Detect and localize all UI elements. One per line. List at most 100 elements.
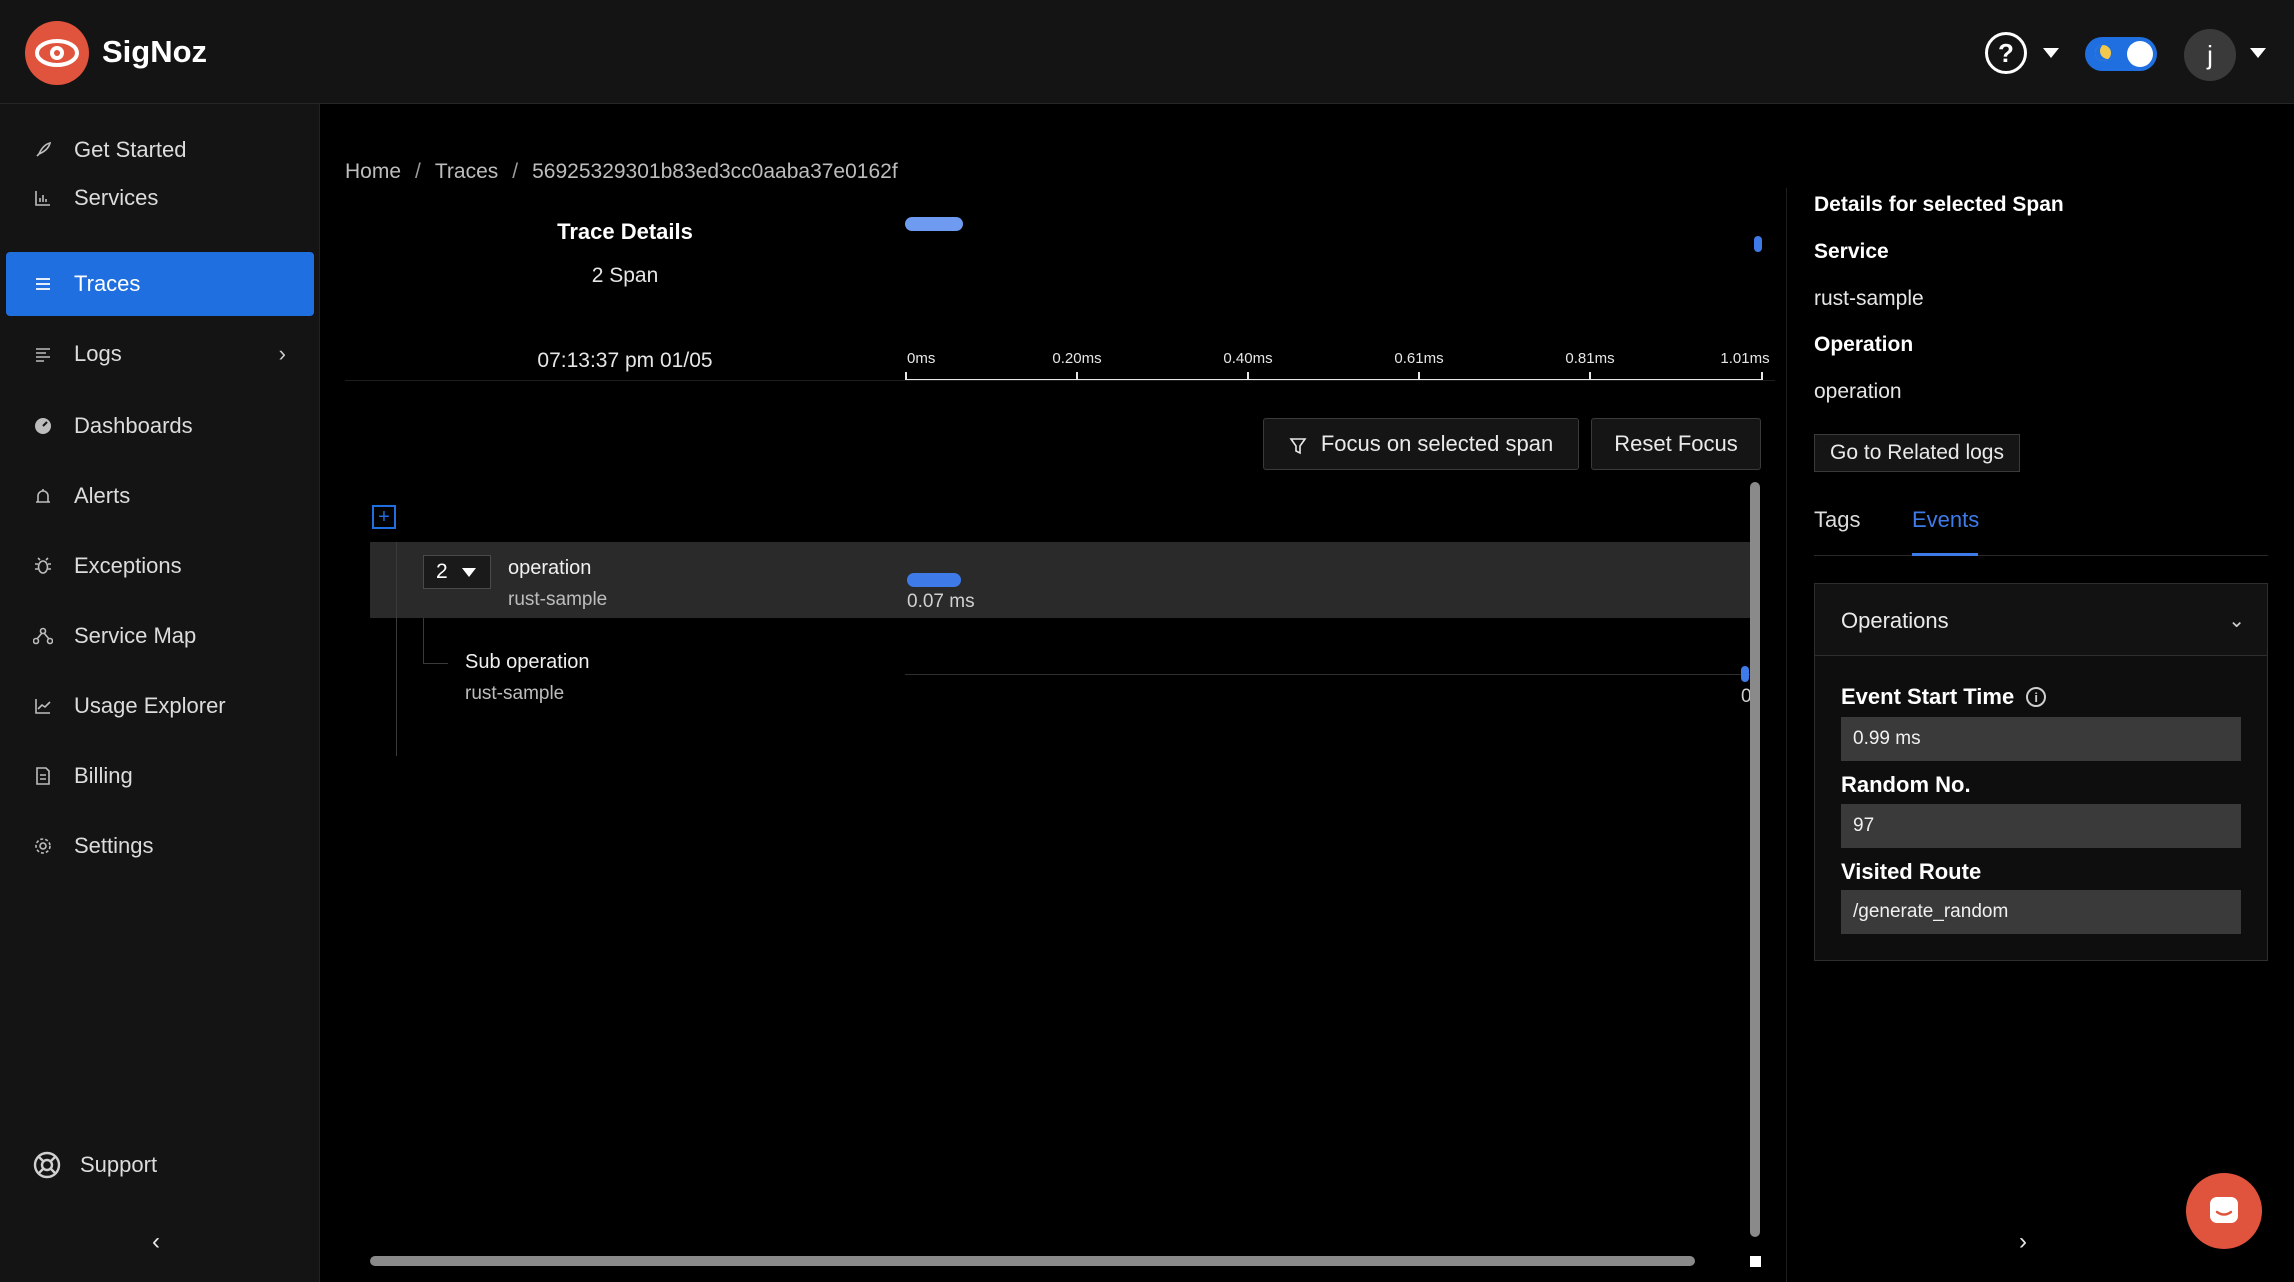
events-card: Operations ⌄ Event Start Time i 0.99 ms … <box>1814 583 2268 961</box>
sidebar-item-label: Usage Explorer <box>74 693 226 718</box>
moon-icon <box>2095 45 2111 61</box>
breadcrumb: Home / Traces / 56925329301b83ed3cc0aaba… <box>345 160 898 184</box>
user-avatar[interactable]: j <box>2184 29 2236 81</box>
sidebar-item-traces[interactable]: Traces <box>6 252 314 316</box>
caret-down-icon <box>461 567 476 577</box>
sidebar-item-label: Logs <box>74 341 122 366</box>
theme-toggle[interactable] <box>2085 37 2157 71</box>
deployment-icon <box>32 625 54 647</box>
info-icon[interactable]: i <box>2026 687 2047 707</box>
breadcrumb-traces[interactable]: Traces <box>435 160 498 184</box>
span-name[interactable]: operation <box>508 557 591 580</box>
panel-divider[interactable] <box>1786 188 1787 1282</box>
breadcrumb-trace-id: 56925329301b83ed3cc0aaba37e0162f <box>532 160 898 183</box>
span-track-line <box>905 674 1750 675</box>
sidebar-collapse-icon[interactable]: ‹ <box>152 1228 160 1256</box>
file-icon <box>32 765 54 787</box>
span-duration: 0.07 ms <box>907 591 975 612</box>
alarm-icon <box>32 485 54 507</box>
sidebar: Get Started Services Traces Logs › Dashb… <box>0 104 320 1282</box>
chat-support-icon[interactable] <box>2186 1173 2262 1249</box>
event-field-label: Event Start Time i <box>1841 684 2047 710</box>
user-menu-caret-icon[interactable] <box>2250 48 2266 58</box>
line-chart-icon <box>32 695 54 717</box>
events-card-header[interactable]: Operations ⌄ <box>1815 584 2267 656</box>
events-card-title: Operations <box>1841 608 1949 633</box>
horizontal-scrollbar[interactable] <box>370 1256 1695 1266</box>
sidebar-item-alerts[interactable]: Alerts <box>6 464 314 528</box>
service-label: Service <box>1814 240 1889 263</box>
tab-events[interactable]: Events <box>1912 507 1979 533</box>
service-value: rust-sample <box>1814 287 1924 310</box>
sidebar-item-logs[interactable]: Logs › <box>6 322 314 386</box>
sidebar-item-settings[interactable]: Settings <box>6 814 314 878</box>
span-name[interactable]: Sub operation <box>465 651 590 674</box>
span-service: rust-sample <box>508 589 608 610</box>
active-tab-indicator <box>1912 553 1978 556</box>
support-label: Support <box>80 1152 158 1177</box>
sidebar-item-label: Service Map <box>74 623 197 648</box>
random-no-label: Random No. <box>1841 772 1971 797</box>
breadcrumb-separator: / <box>415 160 421 183</box>
help-icon[interactable]: ? <box>1985 32 2027 74</box>
tick-label: 0.40ms <box>1223 350 1273 367</box>
tab-tags[interactable]: Tags <box>1814 507 1860 533</box>
sidebar-item-label: Services <box>74 185 159 210</box>
sidebar-item-label: Settings <box>74 833 154 858</box>
help-dropdown-caret-icon[interactable] <box>2043 48 2059 58</box>
vertical-scrollbar[interactable] <box>1750 482 1760 1237</box>
span-duration-bar[interactable] <box>1741 666 1749 682</box>
sidebar-item-label: Billing <box>74 763 133 788</box>
span-children-toggle[interactable]: 2 <box>423 555 491 589</box>
breadcrumb-separator: / <box>512 160 519 183</box>
tabs-divider <box>1814 555 2268 556</box>
sidebar-item-label: Dashboards <box>74 413 193 438</box>
trace-details-title: Trace Details <box>557 219 693 244</box>
span-service: rust-sample <box>465 683 565 704</box>
sidebar-item-label: Get Started <box>74 137 187 162</box>
sidebar-item-usage-explorer[interactable]: Usage Explorer <box>6 674 314 738</box>
tick-label: 0ms <box>907 350 936 367</box>
span-duration-bar[interactable] <box>907 573 961 587</box>
sidebar-item-dashboards[interactable]: Dashboards <box>6 394 314 458</box>
toggle-knob <box>2127 41 2153 67</box>
top-header: SigNoz ? j <box>0 0 2294 104</box>
event-start-time-label: Event Start Time <box>1841 684 2015 709</box>
visited-route-value: /generate_random <box>1841 890 2241 934</box>
sidebar-item-service-map[interactable]: Service Map <box>6 604 314 668</box>
menu-lines-icon <box>32 273 54 295</box>
trace-timestamp: 07:13:37 pm 01/05 <box>537 349 713 372</box>
expand-all-icon[interactable]: + <box>372 505 396 529</box>
tree-connector <box>423 618 424 663</box>
focus-selected-span-button[interactable]: Focus on selected span <box>1263 418 1579 470</box>
signoz-logo-icon[interactable] <box>25 21 89 85</box>
gear-icon <box>32 835 54 857</box>
scroll-corner <box>1750 1256 1761 1267</box>
sidebar-item-billing[interactable]: Billing <box>6 744 314 808</box>
visited-route-label: Visited Route <box>1841 859 1982 884</box>
lifebuoy-icon <box>32 1150 62 1180</box>
sidebar-item-label: Alerts <box>74 483 131 508</box>
go-to-related-logs-button[interactable]: Go to Related logs <box>1814 434 2020 472</box>
focus-button-label: Focus on selected span <box>1320 431 1554 456</box>
event-start-time-value: 0.99 ms <box>1841 717 2241 761</box>
list-align-icon <box>32 343 54 365</box>
sidebar-item-exceptions[interactable]: Exceptions <box>6 534 314 598</box>
overview-span-bar <box>905 217 963 231</box>
tree-connector <box>423 663 448 664</box>
reset-focus-button[interactable]: Reset Focus <box>1591 418 1761 470</box>
tick-label: 1.01ms <box>1720 350 1770 367</box>
rocket-icon <box>32 139 54 161</box>
sidebar-item-label: Exceptions <box>74 553 182 578</box>
sidebar-item-label: Traces <box>74 271 141 296</box>
trace-span-count: 2 Span <box>591 264 659 287</box>
dashboard-icon <box>32 415 54 437</box>
breadcrumb-home[interactable]: Home <box>345 160 401 184</box>
chevron-right-icon[interactable]: › <box>2019 1228 2027 1256</box>
sidebar-item-services[interactable]: Services <box>6 166 314 230</box>
tick-label: 0.61ms <box>1394 350 1444 367</box>
bar-chart-icon <box>32 187 54 209</box>
app-name[interactable]: SigNoz <box>102 34 207 70</box>
support-link[interactable]: Support <box>32 1150 157 1180</box>
operation-label: Operation <box>1814 333 1914 356</box>
